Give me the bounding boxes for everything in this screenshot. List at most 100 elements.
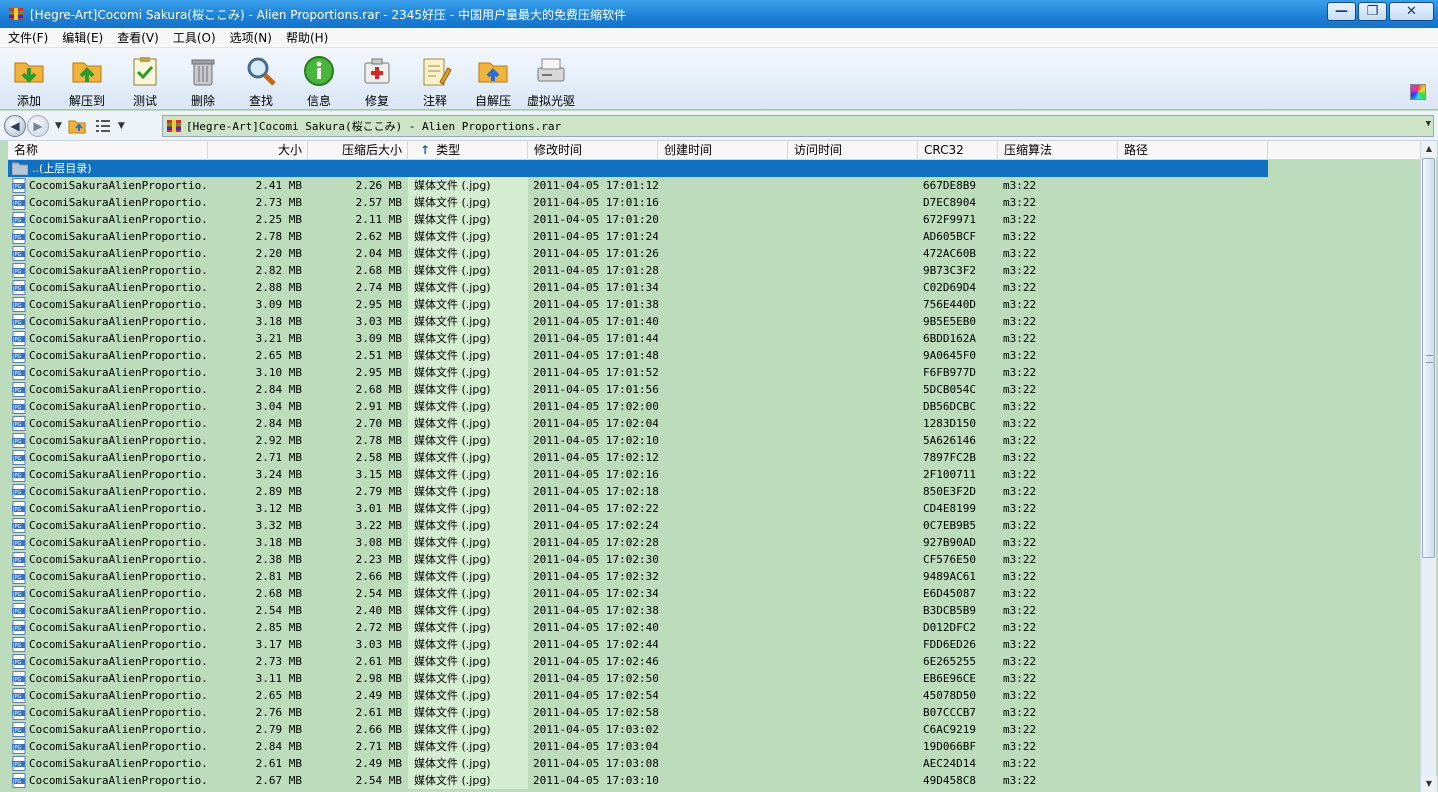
- virtual-drive-button[interactable]: 虚拟光驱: [522, 48, 580, 110]
- file-row[interactable]: JPG CocomiSakuraAlienProportio... 2.20 MB 2…: [8, 245, 1420, 262]
- up-folder-icon[interactable]: [68, 117, 86, 135]
- file-row[interactable]: JPG CocomiSakuraAlienProportio... 2.81 MB 2…: [8, 568, 1420, 585]
- extract-to-button[interactable]: 解压到: [58, 48, 116, 110]
- file-row[interactable]: JPG CocomiSakuraAlienProportio... 2.84 MB 2…: [8, 415, 1420, 432]
- file-row[interactable]: JPG CocomiSakuraAlienProportio... 3.24 MB 3…: [8, 466, 1420, 483]
- scrollbar-thumb[interactable]: [1422, 158, 1435, 558]
- svg-text:JPG: JPG: [12, 405, 21, 411]
- column-accessed[interactable]: 访问时间: [788, 141, 918, 160]
- file-name: CocomiSakuraAlienProportio...: [29, 230, 208, 243]
- column-type[interactable]: ↑ 类型: [408, 141, 528, 160]
- menu-file[interactable]: 文件(F): [0, 29, 54, 46]
- file-row[interactable]: JPG CocomiSakuraAlienProportio... 2.68 MB 2…: [8, 585, 1420, 602]
- address-dropdown-icon[interactable]: ▼: [1426, 119, 1431, 129]
- view-dropdown-icon[interactable]: ▼: [118, 121, 125, 131]
- file-packed-size: 3.03 MB: [355, 638, 402, 651]
- menu-view[interactable]: 查看(V): [109, 29, 165, 46]
- vertical-scrollbar[interactable]: ▲ ▼: [1420, 141, 1437, 792]
- find-button[interactable]: 查找: [232, 48, 290, 110]
- file-row[interactable]: JPG CocomiSakuraAlienProportio... 2.79 MB 2…: [8, 721, 1420, 738]
- column-modified[interactable]: 修改时间: [528, 141, 658, 160]
- file-method: m3:22: [1003, 468, 1037, 481]
- column-packed-size[interactable]: 压缩后大小: [308, 141, 408, 160]
- column-created[interactable]: 创建时间: [658, 141, 788, 160]
- minimize-button[interactable]: —: [1327, 2, 1356, 21]
- file-row[interactable]: JPG CocomiSakuraAlienProportio... 2.38 MB 2…: [8, 551, 1420, 568]
- file-name: CocomiSakuraAlienProportio...: [29, 281, 208, 294]
- file-row[interactable]: JPG CocomiSakuraAlienProportio... 3.09 MB 2…: [8, 296, 1420, 313]
- file-row[interactable]: JPG CocomiSakuraAlienProportio... 2.73 MB 2…: [8, 194, 1420, 211]
- skin-color-icon[interactable]: [1410, 84, 1426, 100]
- file-row[interactable]: JPG CocomiSakuraAlienProportio... 2.54 MB 2…: [8, 602, 1420, 619]
- file-row[interactable]: JPG CocomiSakuraAlienProportio... 2.71 MB 2…: [8, 449, 1420, 466]
- address-field[interactable]: [Hegre-Art]Cocomi Sakura(桜ここみ) - Alien P…: [162, 115, 1434, 137]
- self-extract-button[interactable]: 自解压: [464, 48, 522, 110]
- file-created: [658, 313, 788, 330]
- file-row[interactable]: JPG CocomiSakuraAlienProportio... 2.84 MB 2…: [8, 381, 1420, 398]
- file-row[interactable]: JPG CocomiSakuraAlienProportio... 2.73 MB 2…: [8, 653, 1420, 670]
- file-row[interactable]: JPG CocomiSakuraAlienProportio... 2.25 MB 2…: [8, 211, 1420, 228]
- restore-button[interactable]: ❐: [1358, 2, 1387, 21]
- file-row[interactable]: JPG CocomiSakuraAlienProportio... 2.67 MB 2…: [8, 772, 1420, 789]
- title-bar[interactable]: [Hegre-Art]Cocomi Sakura(桜ここみ) - Alien P…: [0, 0, 1438, 28]
- delete-button[interactable]: 删除: [174, 48, 232, 110]
- file-accessed: [788, 670, 918, 687]
- file-path: [1118, 313, 1268, 330]
- file-accessed: [788, 364, 918, 381]
- file-row[interactable]: JPG CocomiSakuraAlienProportio... 2.76 MB 2…: [8, 704, 1420, 721]
- parent-directory-row[interactable]: ..(上层目录): [8, 160, 1268, 177]
- file-size: 2.68 MB: [255, 587, 302, 600]
- file-path: [1118, 687, 1268, 704]
- file-row[interactable]: JPG CocomiSakuraAlienProportio... 2.84 MB 2…: [8, 738, 1420, 755]
- column-method[interactable]: 压缩算法: [998, 141, 1118, 160]
- file-row[interactable]: JPG CocomiSakuraAlienProportio... 3.18 MB 3…: [8, 534, 1420, 551]
- file-row[interactable]: JPG CocomiSakuraAlienProportio... 2.41 MB 2…: [8, 177, 1420, 194]
- file-list[interactable]: ..(上层目录) JPG CocomiSakuraAlienProportio..…: [8, 160, 1420, 792]
- file-created: [658, 772, 788, 789]
- menu-edit[interactable]: 编辑(E): [54, 29, 109, 46]
- menu-help[interactable]: 帮助(H): [278, 29, 334, 46]
- file-row[interactable]: JPG CocomiSakuraAlienProportio... 2.82 MB 2…: [8, 262, 1420, 279]
- scroll-down-icon[interactable]: ▼: [1421, 776, 1437, 792]
- svg-text:JPG: JPG: [12, 745, 21, 751]
- menu-options[interactable]: 选项(N): [222, 29, 278, 46]
- file-row[interactable]: JPG CocomiSakuraAlienProportio... 3.21 MB 3…: [8, 330, 1420, 347]
- file-packed-size: 3.01 MB: [355, 502, 402, 515]
- add-button[interactable]: 添加: [0, 48, 58, 110]
- file-packed-size: 2.95 MB: [355, 366, 402, 379]
- file-name: CocomiSakuraAlienProportio...: [29, 655, 208, 668]
- menu-tools[interactable]: 工具(O): [165, 29, 222, 46]
- file-row[interactable]: JPG CocomiSakuraAlienProportio... 3.11 MB 2…: [8, 670, 1420, 687]
- column-size[interactable]: 大小: [208, 141, 308, 160]
- file-row[interactable]: JPG CocomiSakuraAlienProportio... 3.18 MB 3…: [8, 313, 1420, 330]
- close-button[interactable]: ✕: [1389, 2, 1434, 21]
- file-row[interactable]: JPG CocomiSakuraAlienProportio... 3.04 MB 2…: [8, 398, 1420, 415]
- file-row[interactable]: JPG CocomiSakuraAlienProportio... 2.61 MB 2…: [8, 755, 1420, 772]
- file-row[interactable]: JPG CocomiSakuraAlienProportio... 2.65 MB 2…: [8, 347, 1420, 364]
- column-path[interactable]: 路径: [1118, 141, 1268, 160]
- repair-button[interactable]: 修复: [348, 48, 406, 110]
- file-row[interactable]: JPG CocomiSakuraAlienProportio... 2.92 MB 2…: [8, 432, 1420, 449]
- file-row[interactable]: JPG CocomiSakuraAlienProportio... 2.85 MB 2…: [8, 619, 1420, 636]
- back-button[interactable]: ◀: [4, 114, 26, 137]
- file-row[interactable]: JPG CocomiSakuraAlienProportio... 2.65 MB 2…: [8, 687, 1420, 704]
- find-icon: [247, 57, 276, 86]
- file-row[interactable]: JPG CocomiSakuraAlienProportio... 3.32 MB 3…: [8, 517, 1420, 534]
- file-row[interactable]: JPG CocomiSakuraAlienProportio... 3.10 MB 2…: [8, 364, 1420, 381]
- file-row[interactable]: JPG CocomiSakuraAlienProportio... 2.78 MB 2…: [8, 228, 1420, 245]
- file-row[interactable]: JPG CocomiSakuraAlienProportio... 2.88 MB 2…: [8, 279, 1420, 296]
- file-row[interactable]: JPG CocomiSakuraAlienProportio... 3.12 MB 3…: [8, 500, 1420, 517]
- file-created: [658, 432, 788, 449]
- comment-button[interactable]: 注释: [406, 48, 464, 110]
- info-button[interactable]: 信息: [290, 48, 348, 110]
- column-name[interactable]: 名称: [8, 141, 208, 160]
- forward-button[interactable]: ▶: [27, 114, 49, 137]
- view-mode-icon[interactable]: [94, 117, 112, 135]
- file-created: [658, 738, 788, 755]
- file-row[interactable]: JPG CocomiSakuraAlienProportio... 2.89 MB 2…: [8, 483, 1420, 500]
- file-row[interactable]: JPG CocomiSakuraAlienProportio... 3.17 MB 3…: [8, 636, 1420, 653]
- column-crc32[interactable]: CRC32: [918, 141, 998, 160]
- scroll-up-icon[interactable]: ▲: [1421, 141, 1437, 157]
- history-dropdown-icon[interactable]: ▼: [55, 121, 62, 131]
- test-button[interactable]: 测试: [116, 48, 174, 110]
